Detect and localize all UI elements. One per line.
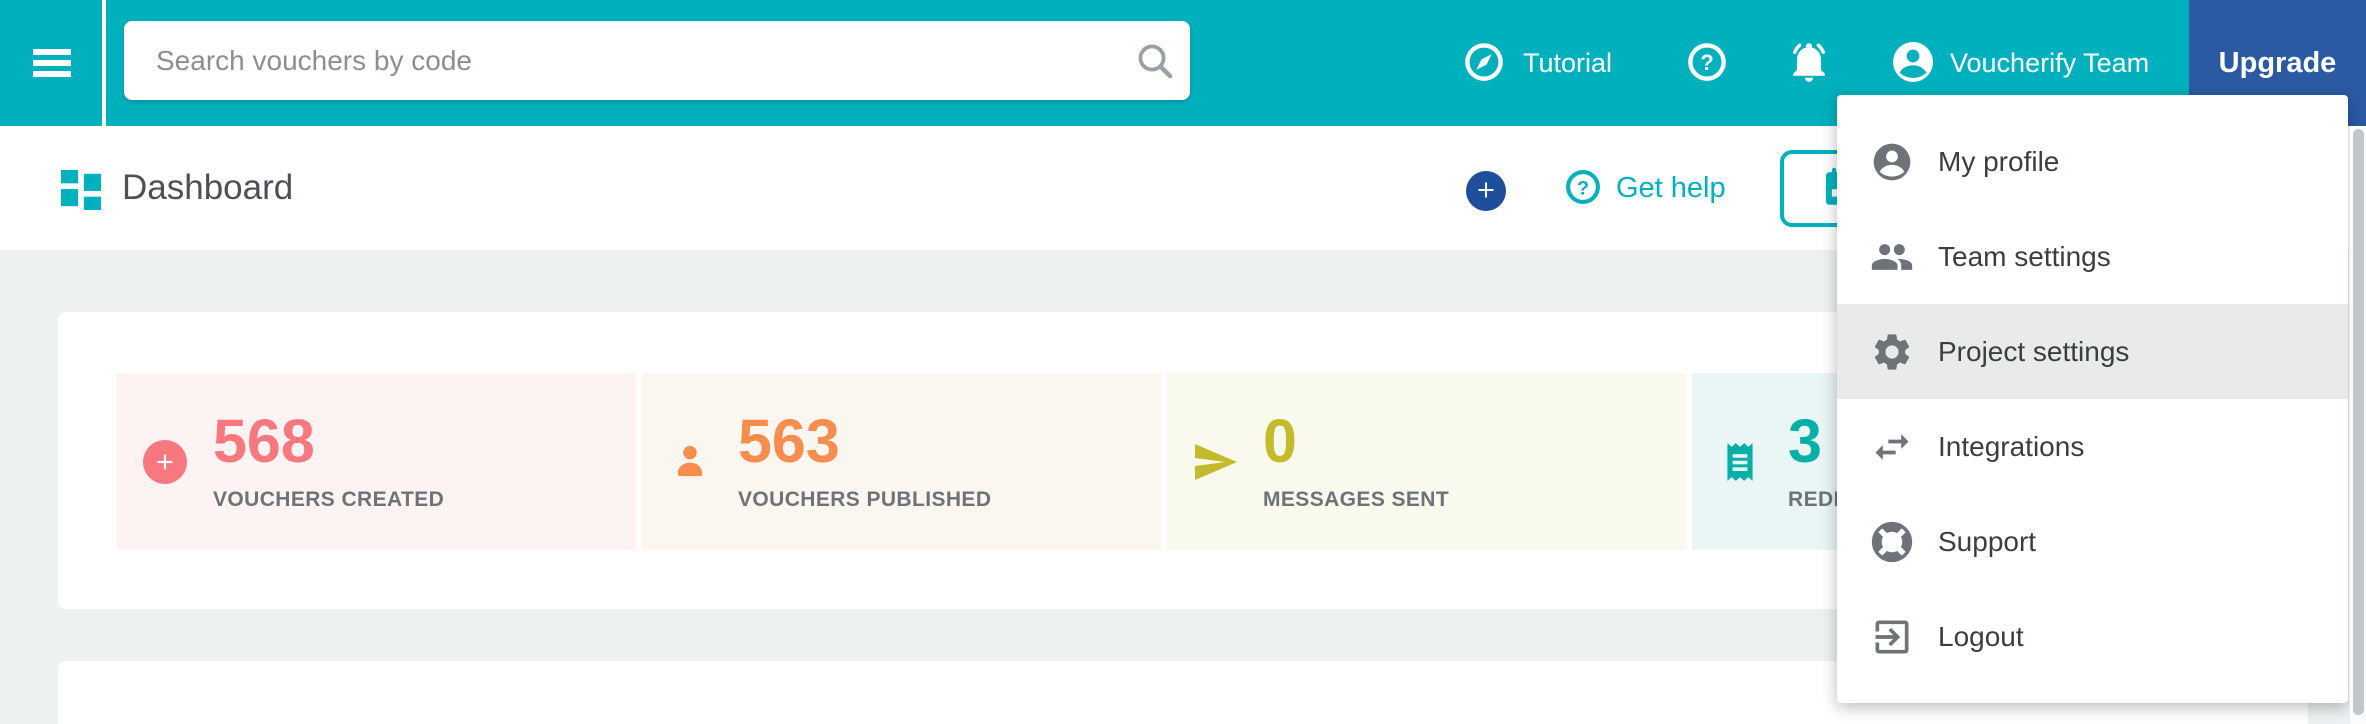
get-help-label: Get help	[1616, 171, 1726, 204]
svg-text:?: ?	[1700, 50, 1713, 75]
scrollbar-thumb[interactable]	[2353, 129, 2364, 715]
scrollbar-track	[2349, 126, 2366, 724]
account-circle-icon	[1870, 140, 1914, 184]
menu-item-label: Integrations	[1938, 430, 2085, 462]
search-input[interactable]	[124, 21, 1120, 100]
search-box	[124, 21, 1190, 100]
header-divider	[102, 0, 106, 126]
plus-circle-icon	[117, 439, 213, 484]
user-name: Voucherify Team	[1950, 47, 2150, 78]
account-icon	[1889, 38, 1937, 89]
voucherify-app: Tutorial ?	[0, 0, 2366, 724]
menu-item-project-settings[interactable]: Project settings	[1837, 304, 2348, 399]
stat-vouchers-created: 568 VOUCHERS CREATED	[117, 373, 636, 550]
svg-text:?: ?	[1577, 177, 1589, 199]
team-icon	[1870, 235, 1914, 279]
stat-vouchers-published: 563 VOUCHERS PUBLISHED	[642, 373, 1161, 550]
hamburger-menu-button[interactable]	[24, 0, 80, 126]
menu-item-support[interactable]: Support	[1837, 494, 2348, 589]
logout-icon	[1870, 615, 1914, 659]
dashboard-grid-icon	[61, 168, 101, 217]
stat-value: 563	[738, 407, 840, 475]
stat-label: VOUCHERS PUBLISHED	[738, 488, 992, 511]
stat-label: MESSAGES SENT	[1263, 488, 1450, 511]
help-circle-icon: ?	[1686, 41, 1728, 86]
stat-value: 568	[213, 407, 315, 475]
menu-item-label: Team settings	[1938, 240, 2111, 272]
tutorial-label: Tutorial	[1523, 47, 1613, 78]
ticket-icon	[1692, 440, 1788, 484]
help-button[interactable]: ?	[1686, 0, 1728, 126]
send-icon	[1167, 438, 1263, 486]
person-icon	[642, 439, 738, 485]
add-button[interactable]	[1466, 171, 1506, 211]
page-title: Dashboard	[122, 168, 294, 207]
hamburger-icon	[33, 49, 71, 55]
plus-icon	[1474, 178, 1498, 205]
stat-messages-sent: 0 MESSAGES SENT	[1167, 373, 1686, 550]
magnifier-icon	[1120, 40, 1190, 82]
help-circle-icon: ?	[1564, 168, 1602, 209]
get-help-link[interactable]: ? Get help	[1564, 126, 1726, 250]
stat-label: VOUCHERS CREATED	[213, 488, 445, 511]
compass-icon	[1463, 41, 1505, 86]
menu-item-label: Support	[1938, 525, 2037, 557]
swap-arrows-icon	[1870, 425, 1914, 469]
menu-item-label: Project settings	[1938, 335, 2130, 367]
menu-item-team-settings[interactable]: Team settings	[1837, 209, 2348, 304]
menu-item-label: Logout	[1938, 620, 2024, 652]
menu-item-logout[interactable]: Logout	[1837, 589, 2348, 684]
stat-value: 0	[1263, 407, 1297, 475]
tutorial-link[interactable]: Tutorial	[1463, 0, 1612, 126]
menu-item-integrations[interactable]: Integrations	[1837, 399, 2348, 494]
menu-item-label: My profile	[1938, 145, 2060, 177]
menu-item-my-profile[interactable]: My profile	[1837, 114, 2348, 209]
user-dropdown-menu: My profile Team settings Project setting…	[1837, 95, 2348, 703]
notifications-button[interactable]	[1786, 0, 1832, 126]
gear-icon	[1870, 330, 1914, 374]
lifebuoy-icon	[1870, 520, 1914, 564]
bell-icon	[1786, 39, 1832, 88]
